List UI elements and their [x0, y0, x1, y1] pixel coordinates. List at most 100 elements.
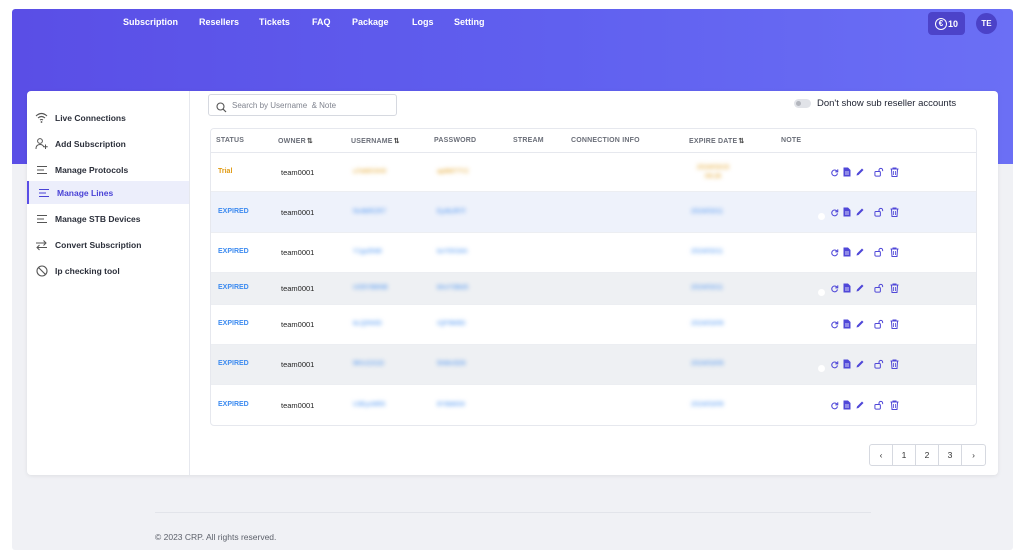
edit-icon[interactable]: [855, 359, 865, 369]
sidebar-item-manage-protocols[interactable]: Manage Protocols: [27, 158, 189, 181]
sidebar-item-live-connections[interactable]: Live Connections: [27, 106, 189, 129]
nav-logs[interactable]: Logs: [412, 17, 434, 27]
pagination-page-1[interactable]: 1: [893, 445, 916, 465]
refresh-icon[interactable]: [829, 400, 839, 410]
username-cell: U3EycM9S: [353, 401, 386, 408]
unlock-icon[interactable]: [874, 400, 884, 410]
sidebar-item-label: Manage STB Devices: [55, 213, 141, 224]
nav-tickets[interactable]: Tickets: [259, 17, 290, 27]
edit-icon[interactable]: [855, 207, 865, 217]
edit-icon[interactable]: [855, 319, 865, 329]
pagination-page-3[interactable]: 3: [939, 445, 962, 465]
status-badge: EXPIRED: [218, 320, 249, 327]
edit-icon[interactable]: [855, 283, 865, 293]
username-cell: u7eMXXH0: [353, 168, 387, 175]
credits-button[interactable]: € 10: [928, 12, 965, 35]
refresh-icon[interactable]: [829, 167, 839, 177]
password-cell: rQF9M9D: [437, 320, 466, 327]
username-cell: UO5YB6NB: [353, 284, 388, 291]
expire-date-cell: 2024/03/09: [691, 360, 724, 367]
nav-package[interactable]: Package: [352, 17, 389, 27]
expire-date-cell: 2024/03/15 09:26: [696, 164, 730, 180]
unlock-icon[interactable]: [874, 319, 884, 329]
expire-date-cell: 2024/03/11: [691, 208, 724, 215]
owner-cell: team0001: [281, 208, 315, 217]
column-header-label: USERNAME: [351, 138, 393, 145]
credits-count: 10: [947, 18, 958, 29]
trash-icon[interactable]: [889, 247, 899, 257]
sidebar-item-label: Manage Protocols: [55, 164, 129, 175]
column-header-username[interactable]: USERNAME⇅: [351, 137, 400, 145]
nav-faq[interactable]: FAQ: [312, 17, 331, 27]
row-actions: [826, 359, 899, 369]
owner-cell: team0001: [281, 401, 315, 410]
refresh-icon[interactable]: [829, 283, 839, 293]
top-navigation: Subscription Resellers Tickets FAQ Packa…: [12, 9, 1013, 37]
nav-resellers[interactable]: Resellers: [199, 17, 239, 27]
document-icon[interactable]: [842, 400, 852, 410]
sidebar-item-manage-lines[interactable]: Manage Lines: [27, 181, 189, 204]
sidebar-item-ip-checking-tool[interactable]: Ip checking tool: [27, 259, 189, 282]
unlock-icon[interactable]: [874, 247, 884, 257]
trash-icon[interactable]: [889, 167, 899, 177]
expire-date-cell: 2024/03/09: [691, 320, 724, 327]
unlock-icon[interactable]: [874, 283, 884, 293]
sidebar-item-manage-stb-devices[interactable]: Manage STB Devices: [27, 207, 189, 230]
lines-icon: [35, 212, 48, 225]
footer-divider: [155, 512, 871, 513]
pagination-next-button[interactable]: ›: [962, 445, 985, 465]
sidebar-item-convert-subscription[interactable]: Convert Subscription: [27, 233, 189, 256]
sidebar-item-add-subscription[interactable]: Add Subscription: [27, 132, 189, 155]
column-header-owner[interactable]: OWNER⇅: [278, 137, 313, 145]
avatar[interactable]: TE: [976, 13, 997, 34]
pagination-page-2[interactable]: 2: [916, 445, 939, 465]
owner-cell: team0001: [281, 320, 315, 329]
column-header-expire-date[interactable]: EXPIRE DATE⇅: [689, 137, 744, 145]
document-icon[interactable]: [842, 319, 852, 329]
lines-table: STATUS OWNER⇅ USERNAME⇅ PASSWORD STREAM …: [210, 128, 977, 426]
edit-icon[interactable]: [855, 400, 865, 410]
status-badge: EXPIRED: [218, 248, 249, 255]
nav-setting[interactable]: Setting: [454, 17, 485, 27]
unlock-icon[interactable]: [874, 207, 884, 217]
table-row: EXPIRED team0001 Nv4bRCR7 Ey4bJR7f 2024/03/1…: [211, 192, 976, 233]
column-header-status: STATUS: [216, 137, 245, 144]
refresh-icon[interactable]: [829, 207, 839, 217]
trash-icon[interactable]: [889, 283, 899, 293]
search-input[interactable]: [232, 98, 392, 113]
unlock-icon[interactable]: [874, 167, 884, 177]
search-box: [208, 94, 397, 116]
nav-subscription[interactable]: Subscription: [123, 17, 178, 27]
edit-icon[interactable]: [855, 167, 865, 177]
refresh-icon[interactable]: [829, 359, 839, 369]
table-row: Trial team0001 u7eMXXH0 ap8M77Y2 2024/03/15 …: [211, 153, 976, 192]
trash-icon[interactable]: [889, 400, 899, 410]
search-icon: [216, 100, 227, 113]
refresh-icon[interactable]: [829, 319, 839, 329]
sub-reseller-toggle[interactable]: [794, 99, 811, 108]
trash-icon[interactable]: [889, 319, 899, 329]
edit-icon[interactable]: [855, 247, 865, 257]
document-icon[interactable]: [842, 283, 852, 293]
lines-icon: [35, 163, 48, 176]
document-icon[interactable]: [842, 247, 852, 257]
username-cell: bLQ0N0D: [353, 320, 382, 327]
table-row: EXPIRED team0001 U3EycM9S 8Y8bM34 2024/03/09: [211, 385, 976, 425]
password-cell: ap8M77Y2: [437, 168, 469, 175]
column-header-stream: STREAM: [513, 137, 544, 144]
password-cell: Ey4bJR7f: [437, 208, 466, 215]
table-row: EXPIRED team0001 9KhJ1S1D 5hMvSD9 2024/03/09: [211, 345, 976, 385]
expire-date-cell: 2024/03/09: [691, 401, 724, 408]
app-frame: Subscription Resellers Tickets FAQ Packa…: [12, 9, 1013, 550]
unlock-icon[interactable]: [874, 359, 884, 369]
trash-icon[interactable]: [889, 207, 899, 217]
pagination-prev-button[interactable]: ‹: [870, 445, 893, 465]
document-icon[interactable]: [842, 359, 852, 369]
document-icon[interactable]: [842, 167, 852, 177]
trash-icon[interactable]: [889, 359, 899, 369]
refresh-icon[interactable]: [829, 247, 839, 257]
row-actions: [826, 167, 899, 177]
document-icon[interactable]: [842, 207, 852, 217]
column-header-label: OWNER: [278, 138, 306, 145]
username-cell: Y1gu5N8I: [353, 248, 382, 255]
